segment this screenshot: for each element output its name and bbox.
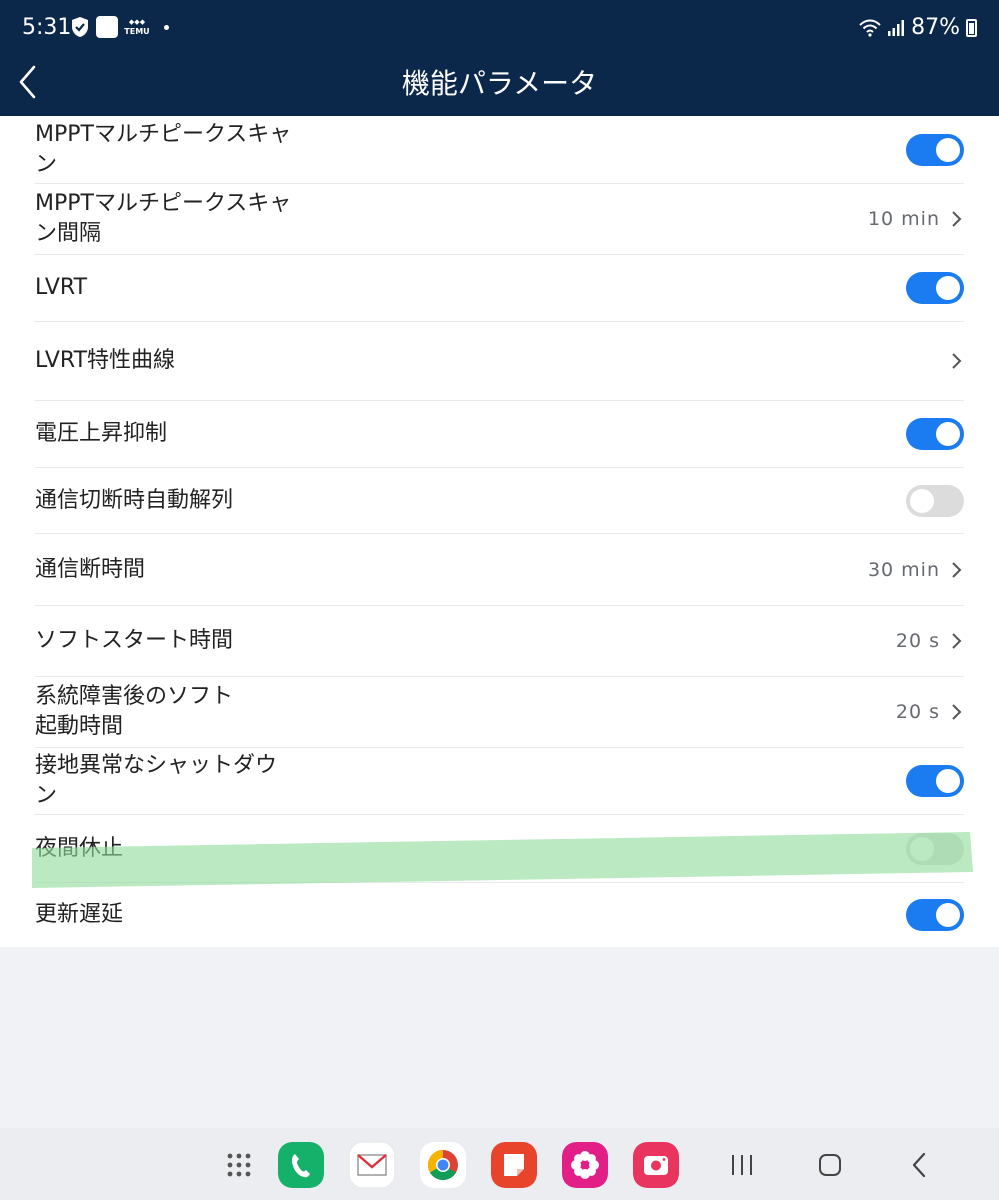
taskbar-dock — [0, 1128, 999, 1200]
row-mppt-multipeak-scan: MPPTマルチピークスキャン — [35, 116, 964, 184]
signal-icon — [888, 19, 905, 36]
chrome-icon[interactable] — [420, 1142, 466, 1188]
row-ground-fault-shutdown: 接地異常なシャットダウン — [35, 748, 964, 815]
phone-icon[interactable] — [278, 1142, 324, 1188]
row-mppt-multipeak-scan-interval[interactable]: MPPTマルチピークスキャン間隔 10 min — [35, 184, 964, 255]
toggle-knob — [936, 769, 960, 793]
flower-icon[interactable] — [562, 1142, 608, 1188]
battery-icon — [966, 18, 977, 37]
status-notification-icons: ◆◆◆ TEMU — [70, 16, 169, 38]
mppt-multipeak-scan-toggle[interactable] — [906, 133, 964, 166]
home-icon[interactable] — [807, 1142, 853, 1188]
recents-icon[interactable] — [719, 1142, 765, 1188]
camera-icon[interactable] — [633, 1142, 679, 1188]
value-text: 20 s — [895, 701, 940, 723]
row-voltage-rise-suppression: 電圧上昇抑制 — [35, 401, 964, 468]
row-label: MPPTマルチピークスキャン — [35, 121, 292, 177]
soft-start-after-fault-value[interactable]: 20 s — [896, 701, 964, 723]
app-header: 5:31 ◆◆◆ TEMU 87% 機能パラメータ — [0, 0, 999, 116]
row-lvrt-curve[interactable]: LVRT特性曲線 — [35, 322, 964, 401]
chevron-right-icon — [952, 561, 962, 578]
parameter-list: MPPTマルチピークスキャン MPPTマルチピークスキャン間隔 10 min L… — [0, 116, 999, 947]
night-sleep-toggle[interactable] — [906, 832, 964, 865]
lvrt-curve-link[interactable] — [950, 351, 964, 371]
app-notification-icon — [96, 16, 118, 38]
row-label: LVRT特性曲線 — [35, 348, 176, 373]
page-title: 機能パラメータ — [401, 67, 598, 100]
toggle-knob — [936, 422, 960, 446]
wifi-icon — [859, 19, 881, 37]
more-notifications-dot-icon — [164, 24, 169, 30]
row-auto-disconnect-on-comm-loss: 通信切断時自動解列 — [35, 468, 964, 534]
toggle-knob — [936, 137, 960, 162]
toggle-knob — [910, 488, 934, 513]
row-label: 更新遅延 — [35, 902, 124, 927]
row-label: 通信切断時自動解列 — [35, 487, 234, 513]
row-label: LVRT — [35, 275, 88, 300]
soft-start-time-value[interactable]: 20 s — [896, 630, 964, 652]
row-label: ソフトスタート時間 — [35, 628, 234, 653]
row-comm-loss-time[interactable]: 通信断時間 30 min — [35, 534, 964, 606]
status-time: 5:31 — [22, 15, 72, 40]
row-soft-start-time[interactable]: ソフトスタート時間 20 s — [35, 606, 964, 677]
temu-icon: ◆◆◆ TEMU — [124, 18, 150, 36]
toggle-knob — [936, 903, 960, 927]
comm-loss-time-value[interactable]: 30 min — [868, 559, 964, 581]
row-label: 系統障害後のソフト起動時間 — [35, 684, 234, 739]
row-soft-start-after-grid-fault[interactable]: 系統障害後のソフト起動時間 20 s — [35, 677, 964, 748]
chevron-right-icon — [952, 211, 962, 227]
apps-grid-icon[interactable] — [216, 1142, 262, 1188]
row-label: 夜間休止 — [35, 835, 124, 861]
ground-fault-shutdown-toggle[interactable] — [906, 765, 964, 797]
back-icon[interactable] — [897, 1142, 943, 1188]
row-label: 接地異常なシャットダウン — [35, 753, 278, 808]
toggle-knob — [910, 836, 934, 861]
voltage-rise-suppression-toggle[interactable] — [906, 418, 964, 450]
row-update-delay: 更新遅延 — [35, 883, 964, 947]
chevron-right-icon — [952, 704, 962, 720]
toggle-knob — [936, 276, 960, 300]
mail-icon[interactable] — [349, 1142, 395, 1188]
row-label: 通信断時間 — [35, 556, 146, 582]
battery-percentage: 87% — [911, 15, 960, 40]
row-lvrt: LVRT — [35, 255, 964, 322]
status-system-icons: 87% — [859, 15, 977, 40]
row-label: MPPTマルチピークスキャン間隔 — [35, 191, 292, 246]
update-delay-toggle[interactable] — [906, 899, 964, 931]
row-label: 電圧上昇抑制 — [35, 421, 168, 446]
shield-icon — [72, 17, 88, 37]
mppt-scan-interval-value[interactable]: 10 min — [868, 208, 964, 230]
row-night-sleep: 夜間休止 — [35, 815, 964, 883]
notes-icon[interactable] — [491, 1142, 537, 1188]
lvrt-toggle[interactable] — [906, 272, 964, 304]
temu-label: TEMU — [124, 27, 150, 36]
value-text: 10 min — [867, 208, 940, 230]
auto-disconnect-toggle[interactable] — [906, 484, 964, 517]
chevron-right-icon — [952, 633, 962, 649]
chevron-right-icon — [952, 353, 962, 369]
value-text: 30 min — [867, 558, 940, 581]
value-text: 20 s — [895, 630, 940, 652]
